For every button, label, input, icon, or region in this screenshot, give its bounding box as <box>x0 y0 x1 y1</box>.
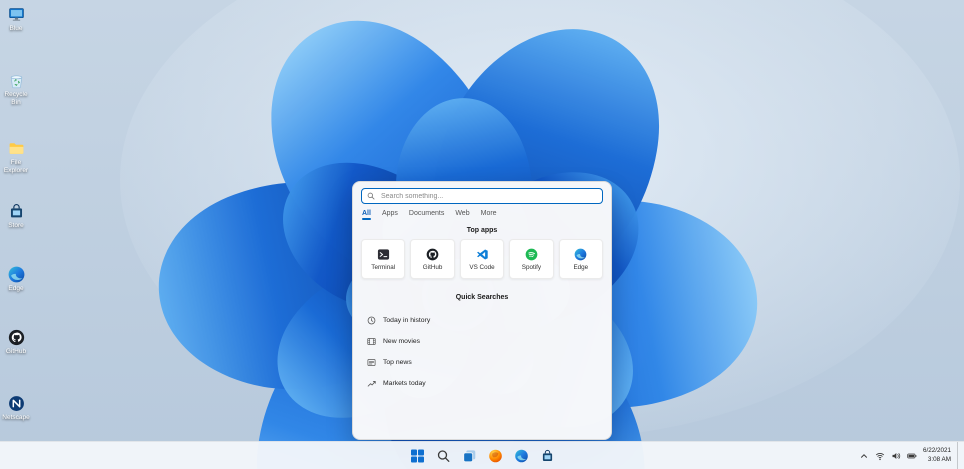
store-button[interactable] <box>537 445 558 466</box>
wifi-icon <box>875 451 885 461</box>
quick-search-label: Today in history <box>383 317 430 324</box>
monitor-icon <box>8 6 25 23</box>
edge-icon <box>574 248 587 261</box>
app-tile-label: GitHub <box>423 264 443 271</box>
github-icon <box>426 248 439 261</box>
github-icon <box>8 329 25 346</box>
quick-search-markets-today[interactable]: Markets today <box>363 373 601 394</box>
app-tile-terminal[interactable]: Terminal <box>361 239 405 279</box>
app-tile-label: Edge <box>573 264 588 271</box>
desktop-icon-blue[interactable]: Blue <box>0 6 32 33</box>
vscode-icon <box>476 248 489 261</box>
network-status-button[interactable] <box>875 451 885 461</box>
search-input[interactable] <box>379 192 597 201</box>
app-tile-github[interactable]: GitHub <box>410 239 454 279</box>
chevron-up-icon <box>859 451 869 461</box>
quick-search-label: Markets today <box>383 380 426 387</box>
folder-icon <box>8 140 25 157</box>
desktop-icon-label: Blue <box>9 25 22 33</box>
clock-icon <box>367 316 376 325</box>
volume-button[interactable] <box>891 451 901 461</box>
app-tile-vscode[interactable]: VS Code <box>460 239 504 279</box>
search-box[interactable] <box>361 188 603 204</box>
battery-button[interactable] <box>907 451 917 461</box>
volume-icon <box>891 451 901 461</box>
store-icon <box>8 203 25 220</box>
desktop-icon-recycle-bin[interactable]: Recycle Bin <box>0 72 32 107</box>
desktop-screen: Blue Recycle Bin File Explorer Store Edg… <box>0 0 964 469</box>
quick-search-top-news[interactable]: Top news <box>363 352 601 373</box>
firefox-icon <box>488 449 502 463</box>
tab-web[interactable]: Web <box>455 210 469 220</box>
taskbar-center-icons <box>407 442 558 469</box>
search-icon <box>436 449 450 463</box>
start-button[interactable] <box>407 445 428 466</box>
netscape-icon <box>8 395 25 412</box>
taskbar-system-tray: 6/22/2021 3:08 AM <box>859 442 960 469</box>
app-tile-spotify[interactable]: Spotify <box>509 239 553 279</box>
chart-icon <box>367 379 376 388</box>
tray-date: 6/22/2021 <box>923 447 951 456</box>
film-icon <box>367 337 376 346</box>
quick-search-today-in-history[interactable]: Today in history <box>363 310 601 331</box>
edge-icon <box>8 266 25 283</box>
app-tile-label: VS Code <box>469 264 494 271</box>
terminal-icon <box>377 248 390 261</box>
taskbar-search-button[interactable] <box>433 445 454 466</box>
desktop-icon-store[interactable]: Store <box>0 203 32 230</box>
top-apps-heading: Top apps <box>353 227 611 234</box>
task-view-button[interactable] <box>459 445 480 466</box>
edge-icon <box>514 449 528 463</box>
desktop-icon-label: Store <box>8 222 24 230</box>
windows-start-icon <box>410 449 424 463</box>
desktop-icon-edge[interactable]: Edge <box>0 266 32 293</box>
quick-searches-heading: Quick Searches <box>353 294 611 301</box>
desktop-icon-label: Recycle Bin <box>0 91 32 107</box>
tab-all[interactable]: All <box>362 210 371 220</box>
desktop-icon-netscape[interactable]: Netscape <box>0 395 32 422</box>
search-icon <box>367 192 375 200</box>
search-panel: All Apps Documents Web More Top apps Ter… <box>352 181 612 440</box>
firefox-button[interactable] <box>485 445 506 466</box>
desktop-icon-label: Netscape <box>2 414 29 422</box>
taskbar: 6/22/2021 3:08 AM <box>0 441 964 469</box>
tab-documents[interactable]: Documents <box>409 210 444 220</box>
desktop-icon-github[interactable]: GitHub <box>0 329 32 356</box>
app-tile-edge[interactable]: Edge <box>559 239 603 279</box>
quick-search-label: New movies <box>383 338 420 345</box>
app-tile-label: Spotify <box>522 264 541 271</box>
task-view-icon <box>462 449 476 463</box>
tab-more[interactable]: More <box>481 210 497 220</box>
newspaper-icon <box>367 358 376 367</box>
top-apps-grid: Terminal GitHub VS Code Spotify Edge <box>361 239 603 279</box>
quick-searches-list: Today in history New movies Top news Mar… <box>363 310 601 394</box>
clock[interactable]: 6/22/2021 3:08 AM <box>923 447 951 464</box>
store-icon <box>540 449 554 463</box>
desktop-icon-file-explorer[interactable]: File Explorer <box>0 140 32 175</box>
quick-search-label: Top news <box>383 359 412 366</box>
desktop-icon-label: File Explorer <box>0 159 32 175</box>
tray-overflow-button[interactable] <box>859 451 869 461</box>
tab-apps[interactable]: Apps <box>382 210 398 220</box>
tray-time: 3:08 AM <box>923 456 951 465</box>
app-tile-label: Terminal <box>371 264 395 271</box>
search-filter-tabs: All Apps Documents Web More <box>362 210 497 220</box>
spotify-icon <box>525 248 538 261</box>
desktop-icon-label: Edge <box>8 285 23 293</box>
recycle-bin-icon <box>8 72 25 89</box>
desktop-icon-label: GitHub <box>6 348 26 356</box>
quick-search-new-movies[interactable]: New movies <box>363 331 601 352</box>
edge-button[interactable] <box>511 445 532 466</box>
battery-icon <box>907 451 917 461</box>
show-desktop-button[interactable] <box>957 442 960 469</box>
